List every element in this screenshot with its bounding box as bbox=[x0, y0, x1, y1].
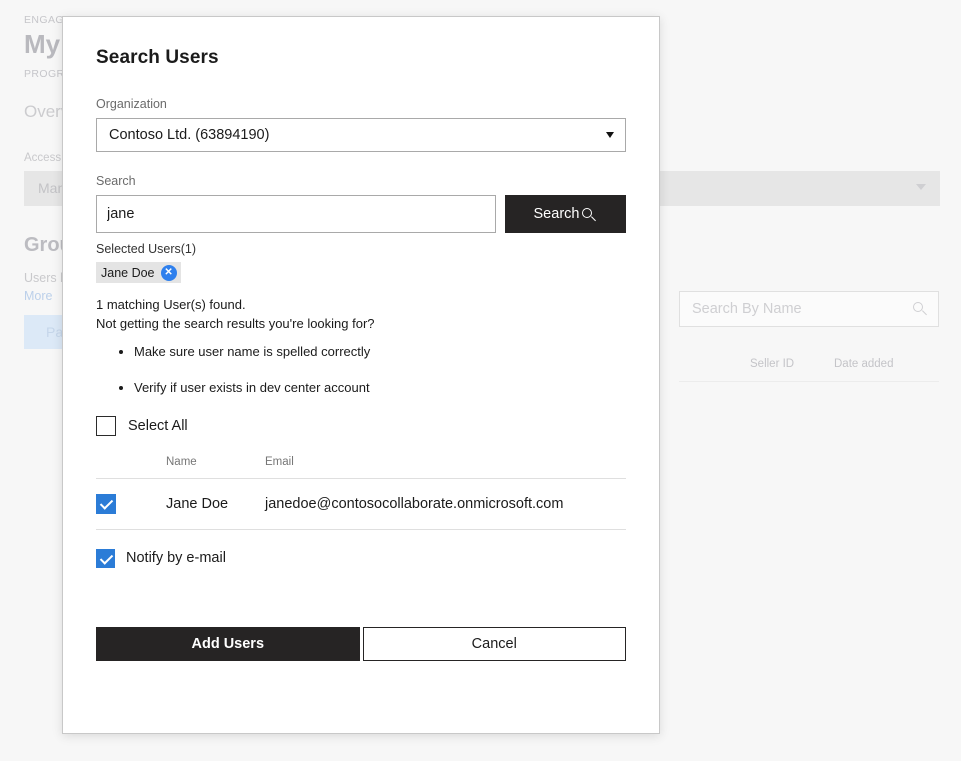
add-users-button[interactable]: Add Users bbox=[96, 626, 360, 661]
dialog-body: Search Users Organization Contoso Ltd. (… bbox=[63, 17, 659, 661]
selected-users-chip-list: Jane Doe ✕ bbox=[96, 262, 626, 283]
select-all-checkbox[interactable] bbox=[96, 415, 116, 436]
search-input[interactable] bbox=[96, 195, 496, 233]
dialog-title: Search Users bbox=[96, 47, 219, 68]
users-table: Name Email Jane Doe janedoe@contosocolla… bbox=[96, 456, 626, 530]
selected-users-label: Selected Users(1) bbox=[96, 242, 197, 256]
search-hint-item: Make sure user name is spelled correctly bbox=[134, 344, 626, 359]
table-cell-email: janedoe@contosocollaborate.onmicrosoft.c… bbox=[265, 495, 564, 512]
search-button[interactable]: Search bbox=[505, 195, 626, 233]
table-divider-bottom bbox=[96, 528, 626, 530]
selected-user-chip-label: Jane Doe bbox=[101, 265, 155, 280]
table-row[interactable]: Jane Doe janedoe@contosocollaborate.onmi… bbox=[96, 479, 626, 529]
results-prompt-text: Not getting the search results you're lo… bbox=[96, 315, 375, 331]
row-select-checkbox[interactable] bbox=[96, 493, 116, 514]
modal-overlay: Search Users Organization Contoso Ltd. (… bbox=[0, 0, 961, 761]
organization-selected-value: Contoso Ltd. (63894190) bbox=[109, 127, 270, 143]
notify-by-email-row[interactable]: Notify by e-mail bbox=[96, 548, 626, 568]
table-column-name: Name bbox=[166, 455, 197, 468]
selected-user-chip: Jane Doe ✕ bbox=[96, 262, 181, 283]
table-column-email: Email bbox=[265, 455, 294, 468]
close-icon[interactable]: ✕ bbox=[160, 264, 177, 281]
results-summary: 1 matching User(s) found. Not getting th… bbox=[96, 296, 626, 334]
organization-label: Organization bbox=[96, 97, 167, 111]
search-label: Search bbox=[96, 174, 136, 188]
dialog-actions: Add Users Cancel bbox=[96, 626, 626, 661]
search-row: Search bbox=[96, 195, 626, 233]
results-count-text: 1 matching User(s) found. bbox=[96, 297, 246, 312]
search-icon bbox=[582, 207, 597, 223]
search-hint-item: Verify if user exists in dev center acco… bbox=[134, 380, 626, 395]
table-row-checkbox-cell[interactable] bbox=[96, 493, 166, 514]
notify-by-email-checkbox[interactable] bbox=[96, 548, 115, 568]
table-header-row: Name Email bbox=[96, 456, 626, 478]
table-cell-name: Jane Doe bbox=[166, 495, 229, 512]
organization-select[interactable]: Contoso Ltd. (63894190) bbox=[96, 118, 626, 152]
search-hint-list: Make sure user name is spelled correctly… bbox=[96, 344, 626, 395]
select-all-row[interactable]: Select All bbox=[96, 415, 626, 436]
search-button-label: Search bbox=[533, 206, 580, 222]
cancel-button[interactable]: Cancel bbox=[362, 626, 626, 661]
select-all-label: Select All bbox=[128, 417, 188, 434]
chevron-down-icon bbox=[606, 132, 614, 138]
search-users-dialog: Search Users Organization Contoso Ltd. (… bbox=[62, 16, 660, 734]
notify-by-email-label: Notify by e-mail bbox=[126, 550, 226, 567]
